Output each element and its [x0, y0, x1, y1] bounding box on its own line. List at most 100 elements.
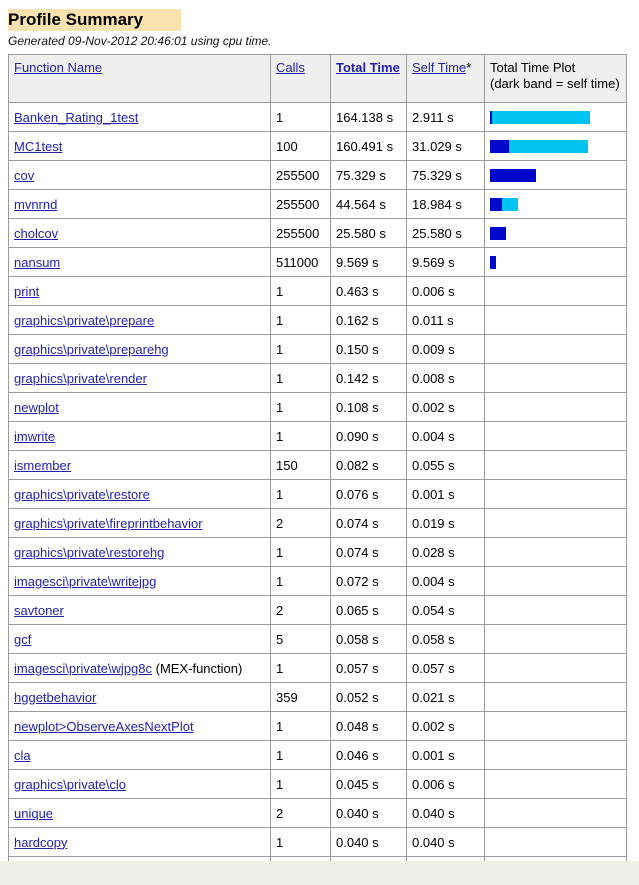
function-link[interactable]: gcf — [14, 632, 31, 647]
plot-cell — [485, 161, 627, 190]
function-link[interactable]: cla — [14, 748, 31, 763]
function-link[interactable]: mvnrnd — [14, 197, 57, 212]
function-link[interactable]: imagesci\private\writejpg — [14, 574, 156, 589]
self-time-cell: 0.040 s — [407, 828, 485, 857]
function-link[interactable]: hggetbehavior — [14, 690, 96, 705]
total-time-bar — [490, 227, 621, 240]
sort-by-total-time-link[interactable]: Total Time — [336, 60, 400, 75]
plot-cell — [485, 306, 627, 335]
self-time-cell: 0.001 s — [407, 741, 485, 770]
plot-cell — [485, 683, 627, 712]
total-time-cell: 75.329 s — [331, 161, 407, 190]
calls-cell: 1 — [271, 364, 331, 393]
total-time-cell: 0.057 s — [331, 654, 407, 683]
function-name-cell: gcf — [9, 625, 271, 654]
plot-cell — [485, 654, 627, 683]
page-title: Profile Summary — [8, 9, 639, 31]
total-time-cell: 0.048 s — [331, 712, 407, 741]
page-title-highlight: Profile Summary — [8, 9, 181, 31]
self-time-band — [490, 198, 502, 211]
total-time-cell: 0.150 s — [331, 335, 407, 364]
sort-by-function-name-link[interactable]: Function Name — [14, 60, 102, 75]
function-link[interactable]: newplot — [14, 400, 59, 415]
function-link[interactable]: graphics\private\preparehg — [14, 342, 169, 357]
function-name-cell: nansum — [9, 248, 271, 277]
generated-timestamp: Generated 09-Nov-2012 20:46:01 using cpu… — [8, 34, 639, 48]
sort-by-self-time-link[interactable]: Self Time — [412, 60, 466, 75]
plot-header-line1: Total Time Plot — [490, 60, 575, 75]
calls-cell: 1 — [271, 277, 331, 306]
plot-cell — [485, 828, 627, 857]
self-time-cell: 31.029 s — [407, 132, 485, 161]
total-time-bar — [490, 662, 621, 675]
table-row: graphics\private\restore 1 0.076 s 0.001… — [9, 480, 627, 509]
total-time-bar — [490, 749, 621, 762]
plot-cell — [485, 248, 627, 277]
table-row: Banken_Rating_1test 1 164.138 s 2.911 s — [9, 103, 627, 132]
function-link[interactable]: hardcopy — [14, 835, 67, 850]
function-link[interactable]: graphics\private\restore — [14, 487, 150, 502]
function-link[interactable]: MC1test — [14, 139, 62, 154]
function-link[interactable]: graphics\private\restorehg — [14, 545, 164, 560]
total-time-bar — [490, 140, 621, 153]
table-row: cla 1 0.046 s 0.001 s — [9, 741, 627, 770]
function-link[interactable]: graphics\private\clo — [14, 777, 126, 792]
total-time-bar — [490, 488, 621, 501]
table-row: graphics\private\render 1 0.142 s 0.008 … — [9, 364, 627, 393]
total-time-bar — [490, 836, 621, 849]
self-time-cell: 0.019 s — [407, 509, 485, 538]
function-link[interactable]: print — [14, 284, 39, 299]
function-link[interactable]: imagesci\private\wjpg8c — [14, 661, 152, 676]
calls-cell: 1 — [271, 538, 331, 567]
total-time-bar — [490, 372, 621, 385]
total-time-cell: 0.065 s — [331, 596, 407, 625]
function-link[interactable]: graphics\private\render — [14, 371, 147, 386]
table-row: hggetbehavior 359 0.052 s 0.021 s — [9, 683, 627, 712]
function-link[interactable]: savtoner — [14, 603, 64, 618]
function-suffix: (MEX-function) — [152, 661, 242, 676]
profile-summary-page: Profile Summary Generated 09-Nov-2012 20… — [0, 0, 639, 885]
function-link[interactable]: nansum — [14, 255, 60, 270]
calls-cell: 255500 — [271, 161, 331, 190]
total-time-bar — [490, 256, 621, 269]
self-time-cell: 0.055 s — [407, 451, 485, 480]
plot-cell — [485, 277, 627, 306]
function-name-cell: Banken_Rating_1test — [9, 103, 271, 132]
plot-cell — [485, 219, 627, 248]
function-link[interactable]: cov — [14, 168, 34, 183]
plot-cell — [485, 741, 627, 770]
plot-cell — [485, 538, 627, 567]
function-name-cell: newplot — [9, 393, 271, 422]
calls-cell: 1 — [271, 422, 331, 451]
function-link[interactable]: cholcov — [14, 226, 58, 241]
sort-by-calls-link[interactable]: Calls — [276, 60, 305, 75]
function-name-cell: savtoner — [9, 596, 271, 625]
total-time-bar — [490, 575, 621, 588]
table-row: graphics\private\preparehg 1 0.150 s 0.0… — [9, 335, 627, 364]
table-row: cov 255500 75.329 s 75.329 s — [9, 161, 627, 190]
function-link[interactable]: graphics\private\prepare — [14, 313, 154, 328]
calls-cell: 359 — [271, 683, 331, 712]
total-time-cell: 164.138 s — [331, 103, 407, 132]
total-time-cell: 0.040 s — [331, 828, 407, 857]
function-link[interactable]: newplot>ObserveAxesNextPlot — [14, 719, 194, 734]
self-time-cell: 9.569 s — [407, 248, 485, 277]
column-header-total-time-plot: Total Time Plot (dark band = self time) — [485, 55, 627, 103]
total-time-cell: 0.072 s — [331, 567, 407, 596]
self-time-cell: 0.002 s — [407, 712, 485, 741]
plot-cell — [485, 393, 627, 422]
calls-cell: 1 — [271, 828, 331, 857]
self-time-cell: 18.984 s — [407, 190, 485, 219]
function-link[interactable]: graphics\private\fireprintbehavior — [14, 516, 203, 531]
function-link[interactable]: Banken_Rating_1test — [14, 110, 138, 125]
plot-cell — [485, 480, 627, 509]
plot-cell — [485, 596, 627, 625]
function-link[interactable]: unique — [14, 806, 53, 821]
function-link[interactable]: imwrite — [14, 429, 55, 444]
calls-cell: 5 — [271, 625, 331, 654]
function-name-cell: hardcopy — [9, 828, 271, 857]
function-name-cell: imagesci\private\wjpg8c (MEX-function) — [9, 654, 271, 683]
function-link[interactable]: ismember — [14, 458, 71, 473]
table-row: graphics\private\prepare 1 0.162 s 0.011… — [9, 306, 627, 335]
total-time-cell: 0.058 s — [331, 625, 407, 654]
